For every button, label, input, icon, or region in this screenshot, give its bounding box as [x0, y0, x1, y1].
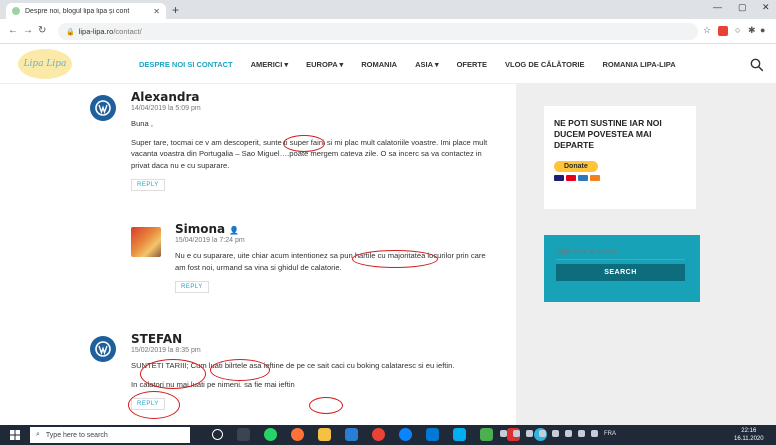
- tray-icon[interactable]: [539, 430, 546, 437]
- site-favicon-icon: [12, 7, 20, 15]
- windows-start-icon[interactable]: [10, 430, 20, 440]
- comment-stefan: STEFAN 15/02/2019 la 8:35 pm SUNTETI TAR…: [131, 332, 496, 410]
- lock-icon: 🔒: [66, 28, 75, 36]
- whatsapp-icon[interactable]: [264, 428, 277, 441]
- url-field[interactable]: 🔒 lipa-lipa.ro/contact/: [58, 23, 698, 40]
- taskbar-search[interactable]: ⌕ Type here to search: [30, 427, 190, 443]
- tray-icon[interactable]: [500, 430, 507, 437]
- donate-widget: NE POTI SUSTINE IAR NOI DUCEM POVESTEA M…: [544, 106, 696, 209]
- comment-author[interactable]: Simona 👤: [175, 222, 495, 236]
- close-tab-icon[interactable]: ✕: [153, 7, 160, 16]
- reply-button[interactable]: REPLY: [131, 398, 165, 410]
- browser-tab-strip: Despre noi, blogul lipa lipa și cont ✕ +…: [0, 0, 776, 19]
- search-icon[interactable]: [750, 58, 764, 72]
- taskbar-search-icon: ⌕: [36, 431, 40, 438]
- main-nav: DESPRE NOI SI CONTACT AMERICI ▾ EUROPA ▾…: [139, 44, 694, 84]
- taskbar-search-placeholder: Type here to search: [45, 431, 108, 439]
- sidebar: NE POTI SUSTINE IAR NOI DUCEM POVESTEA M…: [516, 84, 776, 425]
- skype-icon[interactable]: [453, 428, 466, 441]
- tray-icon[interactable]: [526, 430, 533, 437]
- chrome-icon[interactable]: [372, 428, 385, 441]
- comment-text: SUNTETI TARIII; Cum luati bilrtele asa i…: [131, 361, 455, 370]
- comment-author[interactable]: Alexandra: [131, 90, 496, 104]
- star-icon[interactable]: ☆: [703, 25, 711, 36]
- taskbar-clock[interactable]: 22:16 16.11.2020: [734, 427, 764, 443]
- mastercard-icon: [566, 175, 576, 181]
- url-host: lipa-lipa.ro: [78, 27, 114, 36]
- task-view-icon[interactable]: [237, 428, 250, 441]
- site-header: Lipa Lipa DESPRE NOI SI CONTACT AMERICI …: [0, 44, 776, 84]
- comment-greeting: Buna ,: [131, 119, 153, 128]
- donate-title: NE POTI SUSTINE IAR NOI DUCEM POVESTEA M…: [554, 118, 662, 150]
- system-tray: FRA: [500, 430, 616, 437]
- comment-author[interactable]: STEFAN: [131, 332, 496, 346]
- nav-item-asia[interactable]: ASIA ▾: [415, 60, 439, 69]
- comments-list: Alexandra 14/04/2019 la 5:09 pm Buna , S…: [0, 84, 516, 425]
- comment-text: Nu e cu suparare, uite chiar acum intent…: [175, 251, 486, 272]
- network-icon[interactable]: [591, 430, 598, 437]
- author-badge-icon: 👤: [229, 226, 240, 235]
- amex-icon: [578, 175, 588, 181]
- nav-item-europa[interactable]: EUROPA ▾: [306, 60, 343, 69]
- nav-item-oferte[interactable]: OFERTE: [457, 60, 487, 69]
- comment-simona: Simona 👤 15/04/2019 la 7:24 pm Nu e cu s…: [175, 222, 495, 293]
- tray-icon[interactable]: [552, 430, 559, 437]
- comment-text: In calatori nu mai luati pe nimeni. sa f…: [131, 379, 295, 389]
- volume-icon[interactable]: [578, 430, 585, 437]
- tray-icon[interactable]: [513, 430, 520, 437]
- nav-item-despre-noi[interactable]: DESPRE NOI SI CONTACT: [139, 60, 233, 69]
- profile-icon[interactable]: ●: [760, 25, 765, 35]
- extension-icon[interactable]: [718, 26, 728, 36]
- tray-icon[interactable]: [565, 430, 572, 437]
- donate-button[interactable]: Donate: [554, 161, 598, 172]
- sidebar-search-input[interactable]: [556, 245, 685, 260]
- nav-item-romania[interactable]: ROMANIA: [361, 60, 397, 69]
- extension-circle-icon[interactable]: ○: [735, 25, 740, 35]
- comment-text: Super tare, tocmai ce v am descoperit, s…: [131, 137, 488, 170]
- browser-tab[interactable]: Despre noi, blogul lipa lipa și cont ✕: [6, 3, 166, 19]
- clock-time: 22:16: [741, 428, 757, 434]
- comment-date[interactable]: 15/04/2019 la 7:24 pm: [175, 237, 495, 244]
- nav-item-romania-lipa-lipa[interactable]: ROMANIA LIPA-LIPA: [602, 60, 675, 69]
- search-widget: SEARCH: [544, 235, 700, 302]
- mail-icon[interactable]: [426, 428, 439, 441]
- wordpress-avatar-icon: [90, 336, 116, 362]
- minimize-icon[interactable]: —: [713, 2, 722, 12]
- address-bar: ← → ↻ 🔒 lipa-lipa.ro/contact/ ☆ ○ ✱ ●: [0, 19, 776, 44]
- cortana-icon[interactable]: [212, 429, 223, 440]
- back-icon[interactable]: ←: [8, 25, 18, 36]
- extensions-puzzle-icon[interactable]: ✱: [748, 25, 756, 36]
- edge-icon[interactable]: [399, 428, 412, 441]
- site-logo[interactable]: Lipa Lipa: [18, 49, 72, 79]
- reply-button[interactable]: REPLY: [131, 179, 165, 191]
- app-icon[interactable]: [480, 428, 493, 441]
- comment-date[interactable]: 15/02/2019 la 8:35 pm: [131, 347, 496, 354]
- discover-icon: [590, 175, 600, 181]
- comment-alexandra: Alexandra 14/04/2019 la 5:09 pm Buna , S…: [131, 90, 496, 191]
- tab-title: Despre noi, blogul lipa lipa și cont: [25, 7, 130, 15]
- simona-avatar: [131, 227, 161, 257]
- visa-icon: [554, 175, 564, 181]
- word-icon[interactable]: [345, 428, 358, 441]
- clock-date: 16.11.2020: [734, 436, 764, 442]
- nav-item-vlog[interactable]: VLOG DE CĂLĂTORIE: [505, 60, 584, 69]
- wordpress-avatar-icon: [90, 95, 116, 121]
- maximize-icon[interactable]: ▢: [738, 2, 747, 13]
- close-window-icon[interactable]: ✕: [762, 2, 770, 13]
- nav-item-americi[interactable]: AMERICI ▾: [251, 60, 289, 69]
- search-button[interactable]: SEARCH: [556, 264, 685, 281]
- payment-cards: [554, 175, 686, 181]
- reload-icon[interactable]: ↻: [38, 25, 46, 36]
- url-path: /contact/: [113, 27, 142, 36]
- firefox-icon[interactable]: [291, 428, 304, 441]
- language-indicator[interactable]: FRA: [604, 431, 616, 437]
- taskbar-apps: [212, 428, 547, 441]
- taskbar: ⌕ Type here to search FRA 22:16 16.11.20…: [0, 425, 776, 445]
- comment-date[interactable]: 14/04/2019 la 5:09 pm: [131, 105, 496, 112]
- file-explorer-icon[interactable]: [318, 428, 331, 441]
- forward-icon[interactable]: →: [23, 25, 33, 36]
- reply-button[interactable]: REPLY: [175, 281, 209, 293]
- new-tab-icon[interactable]: +: [172, 3, 179, 17]
